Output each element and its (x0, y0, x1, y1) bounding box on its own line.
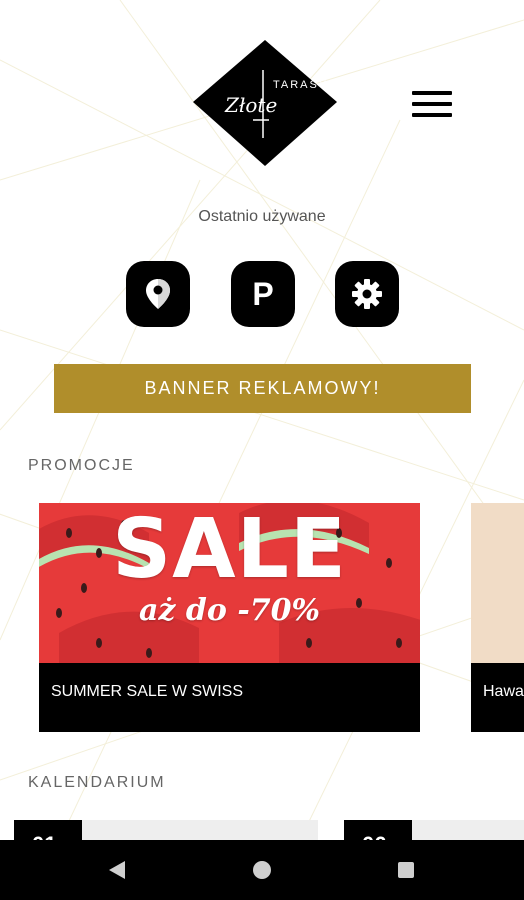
settings-button[interactable] (335, 261, 399, 327)
recent-apps-square-icon (398, 862, 414, 878)
recent-title: Ostatnio używane (198, 208, 326, 225)
promo-card-summer-sale[interactable]: SALE aż do -70% SUMMER SALE W SWISS (39, 503, 420, 732)
parking-icon: P (252, 276, 274, 312)
recent-apps-button[interactable] (376, 840, 436, 900)
calendar-title: KALENDARIUM (28, 774, 166, 791)
promo-caption: Hawa (471, 663, 524, 732)
back-triangle-icon (109, 861, 125, 879)
ad-banner[interactable]: BANNER REKLAMOWY! (54, 364, 471, 413)
home-circle-icon (253, 861, 271, 879)
map-pin-icon (146, 279, 170, 309)
home-button[interactable] (232, 840, 292, 900)
promo-card-hawa[interactable]: Hawa (471, 503, 524, 732)
system-navigation-bar (0, 840, 524, 900)
hamburger-menu-icon[interactable] (406, 84, 458, 124)
parking-button[interactable]: P (231, 261, 295, 327)
logo-brand-main: Złote (224, 93, 277, 117)
promotions-title: PROMOCJE (28, 457, 135, 474)
map-button[interactable] (126, 261, 190, 327)
promo-image (471, 503, 524, 663)
zlote-tarasy-logo[interactable]: TARASY Złote (193, 40, 337, 166)
logo-brand-small: TARASY (273, 79, 328, 91)
gear-icon (352, 279, 382, 309)
promo-caption: SUMMER SALE W SWISS (39, 663, 420, 732)
promo-sale-headline: SALE (112, 503, 347, 597)
back-button[interactable] (87, 840, 147, 900)
promo-sale-subline: aż do -70% (138, 593, 321, 628)
